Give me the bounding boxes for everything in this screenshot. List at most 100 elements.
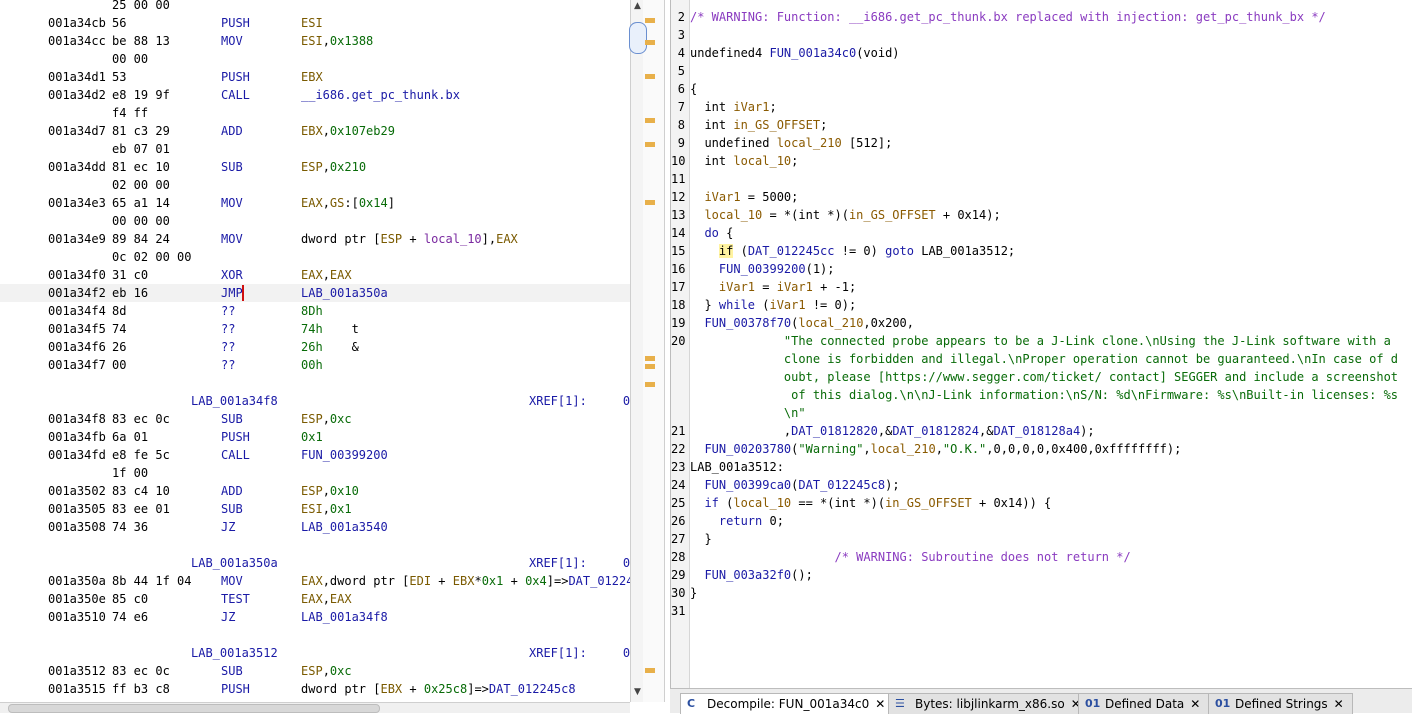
- code-line[interactable]: 29 FUN_003a32f0();: [671, 566, 1412, 584]
- code-token[interactable]: iVar1: [719, 280, 755, 294]
- operands[interactable]: ESP,0xc: [301, 662, 352, 680]
- mnemonic[interactable]: ADD: [221, 122, 243, 140]
- code-token[interactable]: iVar1: [777, 280, 813, 294]
- code-token[interactable]: iVar1: [704, 190, 740, 204]
- operand-reference[interactable]: __i686.get_pc_thunk.bx: [301, 88, 460, 102]
- code-text[interactable]: int iVar1;: [690, 98, 776, 116]
- code-text[interactable]: "The connected probe appears to be a J-L…: [690, 332, 1391, 350]
- overview-thumb[interactable]: [629, 22, 647, 54]
- address[interactable]: 001a3502: [48, 482, 106, 500]
- code-text[interactable]: FUN_00399ca0(DAT_012245c8);: [690, 476, 899, 494]
- code-line[interactable]: 16 FUN_00399200(1);: [671, 260, 1412, 278]
- listing-vertical-scrollbar[interactable]: ▲ ▼: [630, 0, 644, 702]
- code-text[interactable]: iVar1 = 5000;: [690, 188, 798, 206]
- code-text[interactable]: oubt, please [https://www.segger.com/tic…: [690, 368, 1398, 386]
- address[interactable]: 001a34d1: [48, 68, 106, 86]
- close-icon[interactable]: ✕: [1190, 697, 1200, 711]
- code-text[interactable]: }: [690, 530, 711, 548]
- listing-row[interactable]: 001a34f5 74?? 74h t: [0, 320, 630, 338]
- code-line[interactable]: 11: [671, 170, 1412, 188]
- code-line[interactable]: 25 if (local_10 == *(int *)(in_GS_OFFSET…: [671, 494, 1412, 512]
- operands[interactable]: ESI: [301, 14, 323, 32]
- mnemonic[interactable]: JMP: [221, 284, 243, 302]
- operands[interactable]: LAB_001a3540: [301, 518, 388, 536]
- address[interactable]: 001a34f7: [48, 356, 106, 374]
- code-label[interactable]: LAB_001a3512: [191, 644, 278, 662]
- mnemonic[interactable]: MOV: [221, 230, 243, 248]
- code-text[interactable]: FUN_00399200(1);: [690, 260, 835, 278]
- close-icon[interactable]: ✕: [875, 697, 885, 711]
- close-icon[interactable]: ✕: [1334, 697, 1344, 711]
- code-token[interactable]: local_210: [798, 316, 863, 330]
- code-line[interactable]: 17 iVar1 = iVar1 + -1;: [671, 278, 1412, 296]
- listing-row[interactable]: 02 00 00: [0, 176, 630, 194]
- code-token[interactable]: in_GS_OFFSET: [849, 208, 936, 222]
- code-token[interactable]: local_210: [871, 442, 936, 456]
- code-text[interactable]: } while (iVar1 != 0);: [690, 296, 856, 314]
- address[interactable]: 001a34cb: [48, 14, 106, 32]
- listing-panel[interactable]: 25 00 00 001a34cb 56 PUSH ESI 001a34cc be 88 1…: [0, 0, 631, 702]
- listing-row[interactable]: 001a3505 83 ee 01 SUB ESI,0x1: [0, 500, 630, 518]
- operand-reference[interactable]: DAT_012245c8: [489, 682, 576, 696]
- code-line[interactable]: 30}: [671, 584, 1412, 602]
- tab-label[interactable]: Decompile: FUN_001a34c0: [707, 697, 869, 711]
- mnemonic[interactable]: SUB: [221, 158, 243, 176]
- code-line[interactable]: 14 do {: [671, 224, 1412, 242]
- code-line[interactable]: clone is forbidden and illegal.\nProper …: [671, 350, 1412, 368]
- listing-row[interactable]: 001a34d2 e8 19 9f CALL __i686.get_pc_thunk.…: [0, 86, 630, 104]
- listing-row[interactable]: 001a34e9 89 84 24 MOV dword ptr [ESP + loca…: [0, 230, 630, 248]
- code-line[interactable]: 6{: [671, 80, 1412, 98]
- code-line[interactable]: 7 int iVar1;: [671, 98, 1412, 116]
- listing-row[interactable]: 1f 00: [0, 464, 630, 482]
- code-text[interactable]: of this dialog.\n\nJ-Link information:\n…: [690, 386, 1398, 404]
- listing-row[interactable]: [0, 626, 630, 644]
- code-text[interactable]: undefined local_210 [512];: [690, 134, 892, 152]
- operands[interactable]: 74h t: [301, 320, 359, 338]
- address[interactable]: 001a3505: [48, 500, 106, 518]
- mnemonic[interactable]: PUSH: [221, 68, 250, 86]
- code-line[interactable]: 2 /* WARNING: Function: __i686.get_pc_thu…: [671, 8, 1412, 26]
- address[interactable]: 001a3510: [48, 608, 106, 626]
- mnemonic[interactable]: MOV: [221, 32, 243, 50]
- symbol-reference[interactable]: FUN_00399200: [719, 262, 806, 276]
- mnemonic[interactable]: JZ: [221, 518, 235, 536]
- code-token[interactable]: local_210: [777, 136, 842, 150]
- code-line[interactable]: 27 }: [671, 530, 1412, 548]
- listing-row[interactable]: 001a34f7 00?? 00h: [0, 356, 630, 374]
- symbol-reference[interactable]: DAT_018128a4: [993, 424, 1080, 438]
- operand-reference[interactable]: LAB_001a350a: [301, 286, 388, 300]
- code-text[interactable]: ,DAT_01812820,&DAT_01812824,&DAT_018128a…: [690, 422, 1095, 440]
- mnemonic[interactable]: MOV: [221, 194, 243, 212]
- operands[interactable]: ESP,0x10: [301, 482, 359, 500]
- listing-horizontal-scrollbar[interactable]: [0, 702, 630, 713]
- code-text[interactable]: iVar1 = iVar1 + -1;: [690, 278, 856, 296]
- code-line[interactable]: 18 } while (iVar1 != 0);: [671, 296, 1412, 314]
- operands[interactable]: __i686.get_pc_thunk.bx: [301, 86, 460, 104]
- mnemonic[interactable]: CALL: [221, 86, 250, 104]
- address[interactable]: 001a34d7: [48, 122, 106, 140]
- code-text[interactable]: FUN_003a32f0();: [690, 566, 812, 584]
- code-token[interactable]: local_10: [704, 208, 762, 222]
- code-text[interactable]: FUN_00378f70(local_210,0x200,: [690, 314, 914, 332]
- listing-row[interactable]: 001a34f8 83 ec 0c SUB ESP,0xc: [0, 410, 630, 428]
- code-text[interactable]: {: [690, 80, 697, 98]
- address[interactable]: 001a34dd: [48, 158, 106, 176]
- listing-row[interactable]: 001a34fd e8 fe 5c CALL FUN_00399200: [0, 446, 630, 464]
- listing-row[interactable]: 001a34cb 56 PUSH ESI: [0, 14, 630, 32]
- listing-row[interactable]: 001a350a 8b 44 1f 04 MOV EAX,dword ptr [EDI…: [0, 572, 630, 590]
- operands[interactable]: ESP,0x210: [301, 158, 366, 176]
- listing-row[interactable]: f4 ff: [0, 104, 630, 122]
- code-line[interactable]: 3: [671, 26, 1412, 44]
- code-text[interactable]: if (DAT_012245cc != 0) goto LAB_001a3512…: [690, 242, 1015, 260]
- code-line[interactable]: 8 int in_GS_OFFSET;: [671, 116, 1412, 134]
- mnemonic[interactable]: JZ: [221, 608, 235, 626]
- listing-row[interactable]: 001a3510 74 e6 JZ LAB_001a34f8: [0, 608, 630, 626]
- code-line[interactable]: 13 local_10 = *(int *)(in_GS_OFFSET + 0x…: [671, 206, 1412, 224]
- code-token[interactable]: iVar1: [733, 100, 769, 114]
- listing-row[interactable]: 001a3515 ff b3 c8 PUSH dword ptr [EBX + 0x2…: [0, 680, 630, 698]
- symbol-reference[interactable]: DAT_01812824: [892, 424, 979, 438]
- code-text[interactable]: }: [690, 584, 697, 602]
- operands[interactable]: FUN_00399200: [301, 446, 388, 464]
- address[interactable]: 001a3515: [48, 680, 106, 698]
- operands[interactable]: EBX,0x107eb29: [301, 122, 395, 140]
